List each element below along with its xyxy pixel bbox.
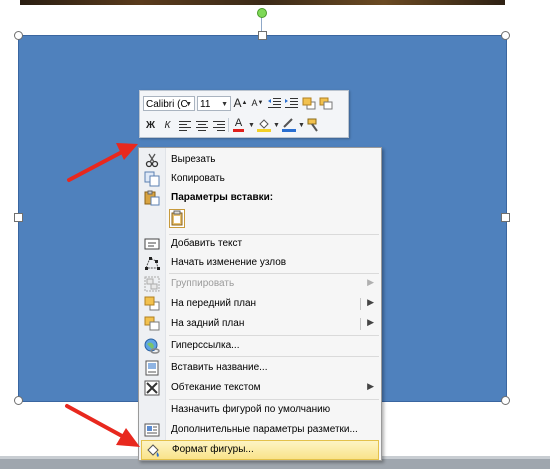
align-center-icon[interactable] bbox=[194, 117, 209, 133]
menu-item-more-layout-options[interactable]: Дополнительные параметры разметки... bbox=[139, 420, 381, 440]
menu-item-label: Гиперссылка... bbox=[171, 340, 240, 351]
bold-button[interactable]: Ж bbox=[143, 117, 158, 133]
submenu-arrow-icon: ▶ bbox=[367, 381, 374, 391]
send-backward-icon[interactable] bbox=[318, 95, 333, 111]
send-back-icon bbox=[144, 316, 160, 332]
menu-item-bring-to-front[interactable]: На передний план ▶ bbox=[139, 294, 381, 314]
rotation-handle[interactable] bbox=[257, 8, 267, 18]
font-color-dropdown[interactable]: ▼ bbox=[248, 122, 255, 129]
resize-handle-bottom-left[interactable] bbox=[14, 396, 23, 405]
bring-forward-icon[interactable] bbox=[301, 95, 316, 111]
menu-item-label: Добавить текст bbox=[171, 238, 243, 249]
fill-color-icon[interactable] bbox=[256, 117, 271, 133]
image-strip bbox=[20, 0, 505, 5]
menu-item-label: Вырезать bbox=[171, 154, 216, 165]
resize-handle-top-left[interactable] bbox=[14, 31, 23, 40]
resize-handle-left[interactable] bbox=[14, 213, 23, 222]
menu-item-label: Формат фигуры... bbox=[172, 444, 254, 455]
menu-item-cut[interactable]: Вырезать bbox=[139, 150, 381, 170]
format-painter-icon[interactable] bbox=[306, 117, 321, 133]
annotation-arrow-top bbox=[67, 143, 138, 182]
grow-font-icon[interactable]: A ▲ bbox=[233, 95, 248, 111]
menu-item-hyperlink[interactable]: Гиперссылка... bbox=[139, 336, 381, 356]
menu-item-set-default-shape[interactable]: Назначить фигурой по умолчанию bbox=[139, 400, 381, 420]
resize-handle-bottom-right[interactable] bbox=[501, 396, 510, 405]
menu-item-send-to-back[interactable]: На задний план ▶ bbox=[139, 314, 381, 334]
menu-item-label: На передний план bbox=[171, 298, 257, 309]
increase-indent-icon[interactable] bbox=[284, 95, 299, 111]
menu-item-label: На задний план bbox=[171, 318, 245, 329]
menu-item-insert-caption[interactable]: Вставить название... bbox=[139, 358, 381, 378]
shrink-font-icon[interactable]: A ▼ bbox=[250, 95, 265, 111]
outline-color-dropdown[interactable]: ▼ bbox=[298, 122, 305, 129]
paste-icon bbox=[144, 190, 160, 206]
text-wrap-icon bbox=[144, 380, 160, 396]
submenu-arrow-icon: ▶ bbox=[367, 277, 374, 287]
italic-button[interactable]: К bbox=[160, 117, 175, 133]
menu-item-label: Копировать bbox=[171, 173, 225, 184]
menu-item-label: Начать изменение узлов bbox=[171, 257, 287, 268]
paste-options-header: Параметры вставки: bbox=[171, 192, 274, 203]
menu-item-label: Дополнительные параметры разметки... bbox=[171, 424, 358, 435]
group-icon bbox=[144, 276, 160, 292]
annotation-arrow-bottom bbox=[65, 404, 140, 447]
context-menu: Вырезать Копировать Параметры вставки: Д… bbox=[138, 147, 382, 461]
menu-item-label: Назначить фигурой по умолчанию bbox=[171, 404, 331, 415]
bring-front-icon bbox=[144, 296, 160, 312]
fill-color-dropdown[interactable]: ▼ bbox=[273, 122, 280, 129]
font-size-combo[interactable]: 11 ▼ bbox=[197, 95, 231, 111]
menu-item-label: Обтекание текстом bbox=[171, 382, 261, 393]
outline-color-icon[interactable] bbox=[281, 117, 296, 133]
caption-icon bbox=[144, 360, 160, 376]
hyperlink-icon bbox=[144, 338, 160, 354]
text-box-icon bbox=[144, 236, 160, 252]
submenu-arrow-icon[interactable]: ▶ bbox=[367, 297, 374, 308]
menu-separator bbox=[169, 356, 379, 357]
paste-keep-formatting-button[interactable] bbox=[169, 209, 185, 228]
menu-item-group[interactable]: Группировать ▶ bbox=[139, 274, 381, 294]
font-color-button[interactable]: A bbox=[231, 117, 246, 133]
resize-handle-top-right[interactable] bbox=[501, 31, 510, 40]
resize-handle-right[interactable] bbox=[501, 213, 510, 222]
toolbar-separator bbox=[228, 118, 229, 132]
menu-item-copy[interactable]: Копировать bbox=[139, 169, 381, 189]
menu-item-format-shape[interactable]: Формат фигуры... bbox=[141, 440, 379, 460]
decrease-indent-icon[interactable] bbox=[267, 95, 282, 111]
font-name-combo[interactable]: Calibri (С ▼ bbox=[143, 95, 195, 111]
mini-toolbar: Calibri (С ▼ 11 ▼ A ▲ A ▼ Ж К A ▼ ▼ ▼ bbox=[139, 90, 349, 138]
align-right-icon[interactable] bbox=[211, 117, 226, 133]
menu-item-text-wrap[interactable]: Обтекание текстом ▶ bbox=[139, 378, 381, 398]
menu-item-label: Вставить название... bbox=[171, 362, 268, 373]
menu-item-edit-points[interactable]: Начать изменение узлов bbox=[139, 253, 381, 273]
menu-item-add-text[interactable]: Добавить текст bbox=[139, 234, 381, 254]
resize-handle-top[interactable] bbox=[258, 31, 267, 40]
edit-points-icon bbox=[144, 255, 160, 271]
menu-item-label: Группировать bbox=[171, 278, 235, 289]
align-left-icon[interactable] bbox=[177, 117, 192, 133]
submenu-arrow-icon[interactable]: ▶ bbox=[367, 317, 374, 328]
